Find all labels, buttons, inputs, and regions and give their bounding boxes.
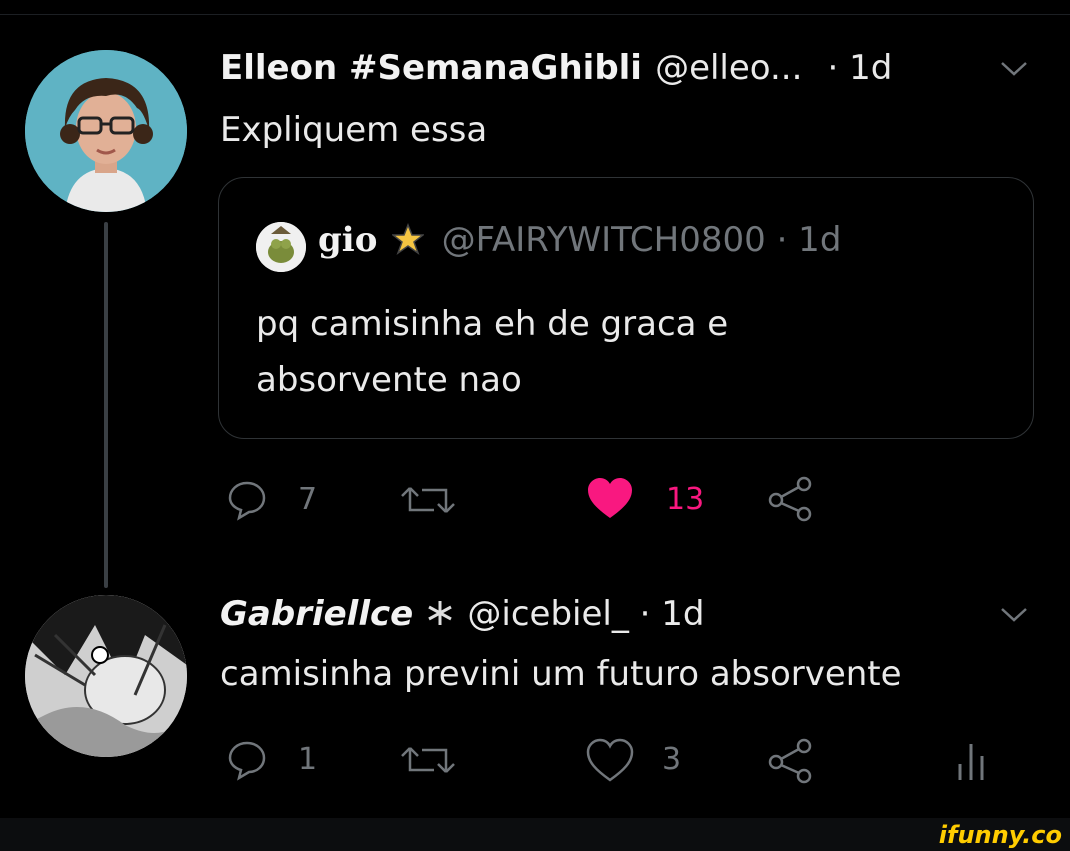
display-name[interactable]: Gabriellce (220, 594, 413, 634)
share-icon[interactable] (766, 738, 816, 784)
avatar-gio (256, 222, 306, 272)
watermark: ifunny.co (938, 821, 1062, 849)
tweet-text: camisinha previni um futuro absorvente (220, 654, 902, 694)
tweet2-header: Gabriellce @icebiel_ · 1d (220, 594, 704, 634)
watermark-bar (0, 818, 1070, 851)
quote-handle: @FAIRYWITCH0800 · 1d (441, 220, 842, 260)
chevron-down-icon[interactable] (1000, 60, 1028, 78)
handle[interactable]: @elleo... (655, 48, 802, 88)
reply-icon[interactable] (225, 738, 269, 782)
quote-display-name: gio (318, 220, 378, 260)
snowflake-icon (426, 599, 454, 631)
like-icon[interactable] (586, 476, 634, 522)
share-icon[interactable] (766, 476, 816, 522)
like-count: 3 (662, 742, 682, 777)
like-icon[interactable] (586, 738, 634, 784)
chevron-down-icon[interactable] (1000, 606, 1028, 624)
quote-text-line2: absorvente nao (256, 360, 522, 400)
tweet-text: Expliquem essa (220, 110, 488, 150)
analytics-icon[interactable] (956, 740, 986, 782)
avatar-gabriellce[interactable] (25, 595, 187, 757)
reply-icon[interactable] (225, 478, 269, 522)
handle[interactable]: @icebiel_ · 1d (467, 594, 704, 634)
like-count: 13 (666, 482, 705, 517)
divider (0, 14, 1070, 15)
thread-line (104, 222, 108, 588)
retweet-icon[interactable] (398, 738, 458, 782)
quote-text-line1: pq camisinha eh de graca e (256, 304, 729, 344)
reply-count: 1 (298, 742, 318, 777)
avatar-elleon[interactable] (25, 50, 187, 212)
reply-count: 7 (298, 482, 318, 517)
timestamp[interactable]: · 1d (828, 48, 893, 88)
star-icon (391, 222, 426, 259)
tweet1-header: Elleon #SemanaGhibli @elleo... · 1d (220, 48, 892, 88)
retweet-icon[interactable] (398, 478, 458, 522)
quote-header: gio @FAIRYWITCH0800 · 1d (318, 220, 841, 260)
display-name[interactable]: Elleon #SemanaGhibli (220, 48, 642, 88)
